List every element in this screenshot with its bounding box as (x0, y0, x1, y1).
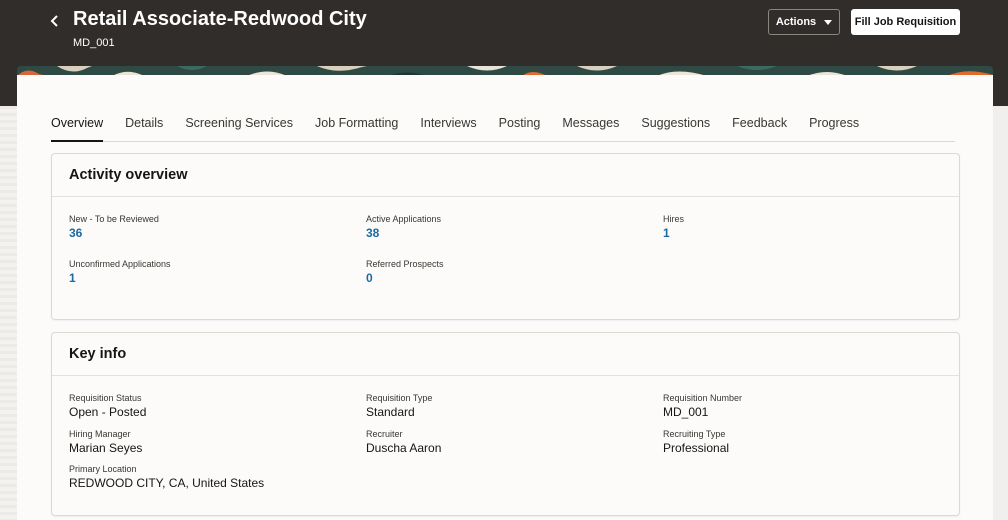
field-label: Hiring Manager (69, 429, 131, 439)
field-recruiting-type: Recruiting Type Professional (663, 429, 729, 455)
metric-value-link[interactable]: 0 (366, 271, 444, 285)
metric-label: Hires (663, 214, 685, 224)
metric-value-link[interactable]: 36 (69, 226, 159, 240)
tab-screening-services[interactable]: Screening Services (185, 109, 293, 142)
field-value: MD_001 (663, 405, 709, 419)
field-value: Open - Posted (69, 405, 147, 419)
activity-overview-section: Activity overview New - To be Reviewed 3… (51, 153, 960, 320)
metric-label: Unconfirmed Applications (69, 259, 171, 269)
tab-messages[interactable]: Messages (562, 109, 619, 142)
metric-value-link[interactable]: 38 (366, 226, 441, 240)
page-title: Retail Associate-Redwood City (73, 8, 367, 30)
field-label: Requisition Type (366, 393, 433, 403)
metric-label: Active Applications (366, 214, 442, 224)
field-value: Professional (663, 441, 730, 455)
fill-job-requisition-button[interactable]: Fill Job Requisition (851, 9, 960, 35)
metric-label: New - To be Reviewed (69, 214, 159, 224)
metric-unconfirmed-applications: Unconfirmed Applications 1 (69, 259, 171, 285)
field-label: Recruiter (366, 429, 403, 439)
page-subtitle: MD_001 (73, 37, 115, 49)
field-value: Duscha Aaron (366, 441, 442, 455)
metric-new-to-be-reviewed: New - To be Reviewed 36 (69, 214, 159, 240)
tab-job-formatting[interactable]: Job Formatting (315, 109, 398, 142)
metric-value-link[interactable]: 1 (663, 226, 684, 240)
tab-bar: Overview Details Screening Services Job … (51, 109, 955, 142)
field-recruiter: Recruiter Duscha Aaron (366, 429, 441, 455)
metric-referred-prospects: Referred Prospects 0 (366, 259, 444, 285)
field-label: Requisition Number (663, 393, 743, 403)
tab-interviews[interactable]: Interviews (420, 109, 476, 142)
requisition-card: Overview Details Screening Services Job … (17, 75, 993, 520)
key-info-section: Key info Requisition Status Open - Poste… (51, 332, 960, 516)
field-value: Standard (366, 405, 415, 419)
metric-value-link[interactable]: 1 (69, 271, 171, 285)
field-hiring-manager: Hiring Manager Marian Seyes (69, 429, 142, 455)
key-info-title: Key info (52, 333, 959, 376)
field-label: Requisition Status (69, 393, 142, 403)
tab-feedback[interactable]: Feedback (732, 109, 787, 142)
field-value: REDWOOD CITY, CA, United States (69, 476, 265, 490)
actions-button-label: Actions (775, 16, 817, 28)
field-value: Marian Seyes (69, 441, 143, 455)
field-requisition-status: Requisition Status Open - Posted (69, 393, 146, 419)
metric-active-applications: Active Applications 38 (366, 214, 441, 240)
actions-button[interactable]: Actions (768, 9, 840, 35)
field-primary-location: Primary Location REDWOOD CITY, CA, Unite… (69, 464, 264, 490)
activity-overview-title: Activity overview (52, 154, 959, 197)
tab-overview[interactable]: Overview (51, 109, 104, 142)
tab-suggestions[interactable]: Suggestions (641, 109, 710, 142)
field-requisition-type: Requisition Type Standard (366, 393, 432, 419)
caret-down-icon (824, 19, 833, 25)
field-label: Recruiting Type (663, 429, 726, 439)
tab-progress[interactable]: Progress (809, 109, 859, 142)
tab-posting[interactable]: Posting (499, 109, 541, 142)
back-button[interactable] (44, 10, 66, 32)
chevron-left-icon (50, 15, 58, 27)
tab-details[interactable]: Details (125, 109, 163, 142)
metric-label: Referred Prospects (366, 259, 444, 269)
field-requisition-number: Requisition Number MD_001 (663, 393, 742, 419)
metric-hires: Hires 1 (663, 214, 684, 240)
field-label: Primary Location (69, 464, 137, 474)
